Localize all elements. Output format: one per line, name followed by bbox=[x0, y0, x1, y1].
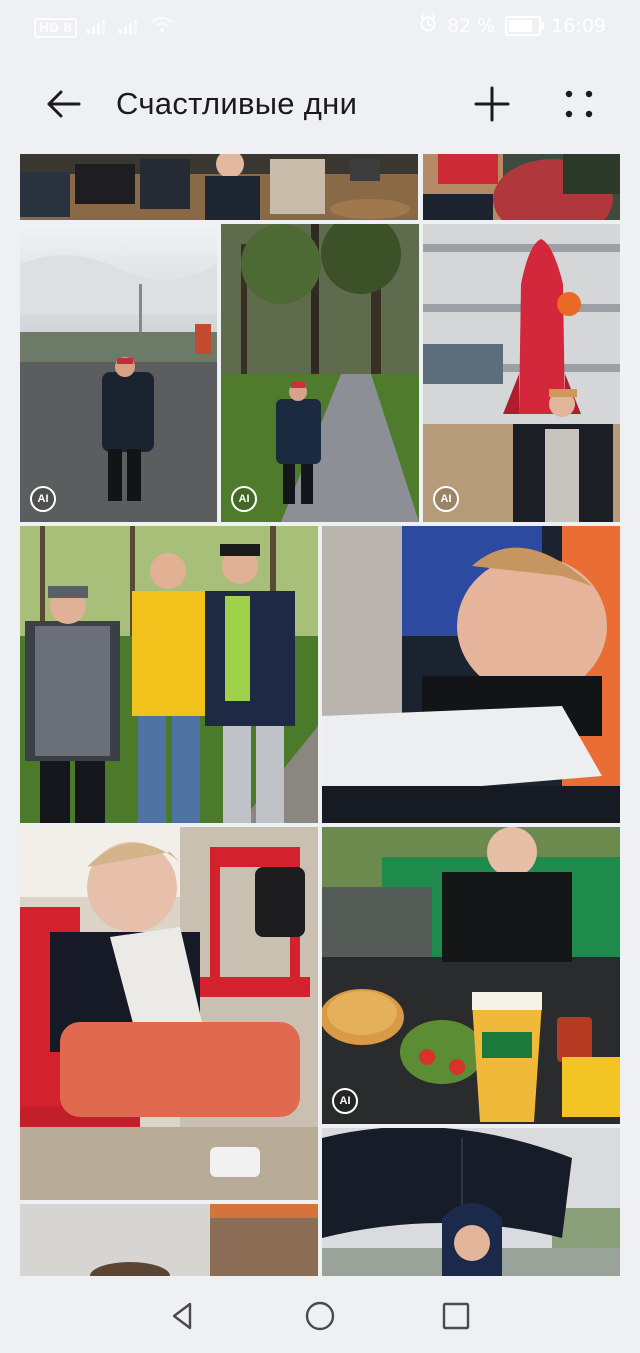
status-right: 82 % 16:09 bbox=[419, 14, 606, 37]
photo-boy-red-chairs-image bbox=[20, 827, 318, 1200]
photo-grid: AI AI AI AI bbox=[20, 154, 620, 1276]
ai-badge: AI bbox=[433, 486, 459, 512]
system-navigation-bar bbox=[0, 1276, 640, 1353]
app-bar: Счастливые дни bbox=[0, 66, 640, 146]
photo-boy-plaza-tower[interactable]: AI bbox=[20, 224, 217, 522]
nav-home-button[interactable] bbox=[300, 1296, 340, 1336]
photo-boy-rocket-mall-image bbox=[423, 224, 620, 522]
photo-boy-stretcher[interactable] bbox=[322, 526, 620, 823]
clock: 16:09 bbox=[551, 14, 606, 37]
photo-group-floor[interactable] bbox=[20, 154, 418, 220]
photo-boy-rocket-mall[interactable]: AI bbox=[423, 224, 620, 522]
more-dots-icon bbox=[565, 90, 593, 118]
photo-kid-red-stage-image bbox=[423, 154, 620, 220]
photo-group-floor-image bbox=[20, 154, 418, 220]
album-title: Счастливые дни bbox=[116, 86, 358, 121]
ai-badge: AI bbox=[332, 1088, 358, 1114]
photo-four-boys-park-image bbox=[20, 526, 318, 823]
status-left: HD B bbox=[34, 16, 173, 39]
back-button[interactable] bbox=[38, 79, 88, 129]
battery-icon bbox=[505, 15, 545, 36]
hd-badge: HD B bbox=[34, 17, 78, 38]
nav-back-triangle-icon bbox=[172, 1302, 192, 1330]
signal-icon bbox=[87, 17, 109, 39]
photo-boy-park-path[interactable]: AI bbox=[221, 224, 419, 522]
nav-back-button[interactable] bbox=[163, 1296, 203, 1336]
photo-boy-red-chairs[interactable] bbox=[20, 827, 318, 1200]
nav-home-circle-icon bbox=[305, 1301, 335, 1331]
photo-boy-stretcher-image bbox=[322, 526, 620, 823]
alarm-icon bbox=[419, 14, 437, 37]
ai-badge: AI bbox=[30, 486, 56, 512]
photo-boy-umbrella[interactable] bbox=[322, 1128, 620, 1276]
ai-badge: AI bbox=[231, 486, 257, 512]
photo-boy-plaza-tower-image bbox=[20, 224, 217, 522]
photo-four-boys-park[interactable] bbox=[20, 526, 318, 823]
photo-boy-park-path-image bbox=[221, 224, 419, 522]
battery-percent: 82 % bbox=[446, 14, 496, 37]
signal-icon-2 bbox=[119, 17, 141, 39]
photo-boy-pizza-table[interactable]: AI bbox=[322, 827, 620, 1124]
add-button[interactable] bbox=[467, 79, 517, 129]
photo-partial-bottom-left[interactable] bbox=[20, 1204, 318, 1276]
wifi-icon bbox=[151, 16, 173, 39]
more-button[interactable] bbox=[554, 79, 604, 129]
nav-recents-button[interactable] bbox=[436, 1296, 476, 1336]
arrow-left-icon bbox=[47, 90, 81, 118]
status-bar: HD B 82 % 16:09 bbox=[0, 0, 640, 56]
photo-partial-bottom-left-image bbox=[20, 1204, 318, 1276]
nav-recents-square-icon bbox=[442, 1302, 470, 1330]
plus-icon bbox=[474, 86, 510, 122]
photo-boy-pizza-table-image bbox=[322, 827, 620, 1124]
photo-kid-red-stage[interactable] bbox=[423, 154, 620, 220]
photo-boy-umbrella-image bbox=[322, 1128, 620, 1276]
